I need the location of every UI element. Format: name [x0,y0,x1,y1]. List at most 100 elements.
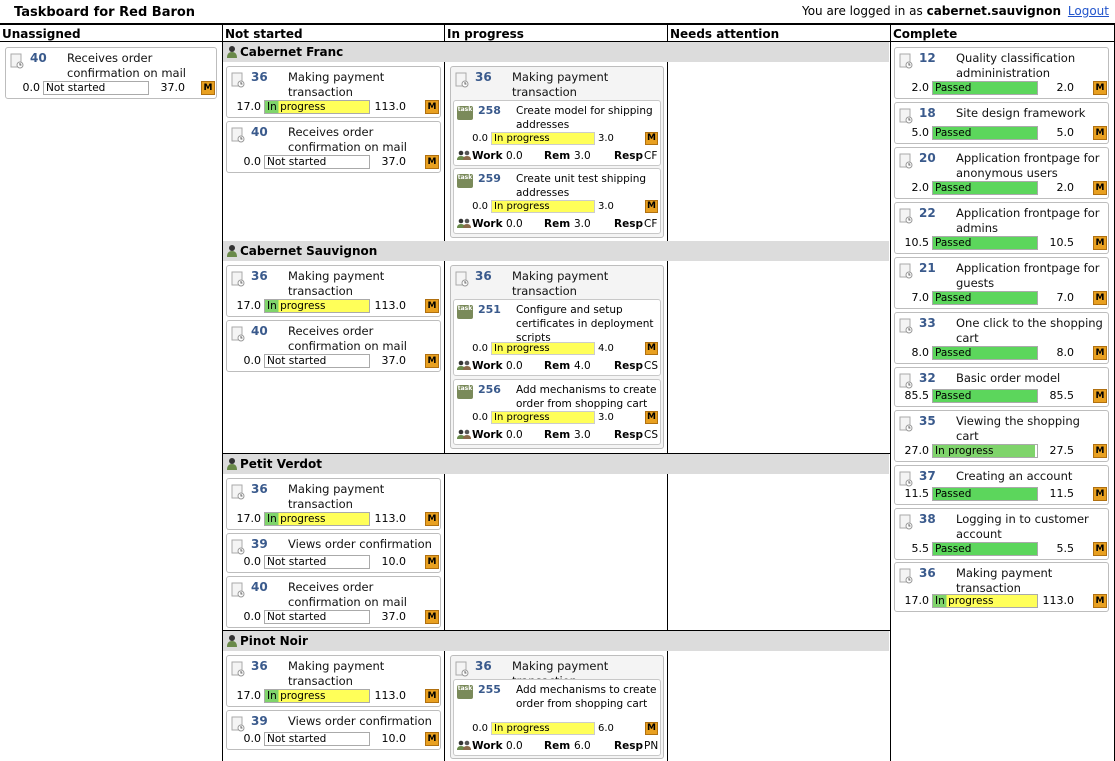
story-card[interactable]: 36 Making payment transaction 17.0 In progr… [894,562,1109,612]
move-button[interactable]: M [1093,542,1107,556]
move-button[interactable]: M [425,100,439,114]
story-status[interactable]: In progress [264,512,370,526]
task-status[interactable]: In progress [491,200,595,213]
move-button[interactable]: M [1093,487,1107,501]
story-card[interactable]: 36 Making payment transaction task 258 Creat… [450,66,664,238]
story-status[interactable]: In progress [932,594,1038,608]
story-status[interactable]: In progress [264,689,370,703]
move-button[interactable]: M [425,354,439,368]
move-button[interactable]: M [1093,126,1107,140]
story-id-link[interactable]: 21 [919,261,936,275]
story-id-link[interactable]: 18 [919,106,936,120]
move-button[interactable]: M [425,610,439,624]
story-id-link[interactable]: 36 [251,70,268,84]
story-status[interactable]: Passed [932,181,1038,195]
move-button[interactable]: M [645,132,658,145]
story-id-link[interactable]: 33 [919,316,936,330]
story-status[interactable]: In progress [264,299,370,313]
task-card[interactable]: task 258 Create model for shipping address… [453,100,661,166]
logout-link[interactable]: Logout [1068,4,1109,18]
story-status[interactable]: Passed [932,81,1038,95]
move-button[interactable]: M [425,155,439,169]
task-status[interactable]: In progress [491,342,595,355]
task-card[interactable]: task 256 Add mechanisms to create order fr… [453,379,661,445]
story-id-link[interactable]: 20 [919,151,936,165]
task-card[interactable]: task 259 Create unit test shipping address… [453,168,661,234]
story-status[interactable]: Not started [264,155,370,169]
story-status[interactable]: Passed [932,389,1038,403]
task-card[interactable]: task 255 Add mechanisms to create order fr… [453,679,661,756]
move-button[interactable]: M [1093,236,1107,250]
story-card[interactable]: 35 Viewing the shopping cart 27.0 In progre… [894,410,1109,462]
story-status[interactable]: Passed [932,236,1038,250]
story-id-link[interactable]: 36 [475,269,492,283]
story-id-link[interactable]: 36 [475,70,492,84]
story-id-link[interactable]: 40 [251,324,268,338]
story-id-link[interactable]: 39 [251,537,268,551]
story-id-link[interactable]: 38 [919,512,936,526]
story-id-link[interactable]: 37 [919,469,936,483]
story-id-link[interactable]: 22 [919,206,936,220]
story-card[interactable]: 39 Views order confirmation 0.0 Not started… [226,710,441,750]
story-card[interactable]: 12 Quality classification admininistratio… [894,47,1109,99]
story-card[interactable]: 40 Receives order confirmation on mail 0.0… [226,320,441,372]
story-card[interactable]: 33 One click to the shopping cart 8.0 Passe… [894,312,1109,364]
move-button[interactable]: M [645,411,658,424]
task-status[interactable]: In progress [491,722,595,735]
story-status[interactable]: Not started [264,555,370,569]
story-card[interactable]: 40 Receives order confirmation on mail 0.0… [226,576,441,628]
story-status[interactable]: Passed [932,346,1038,360]
story-id-link[interactable]: 36 [251,482,268,496]
story-card[interactable]: 36Making payment transactiontask255Add m… [450,655,664,759]
task-status[interactable]: In progress [491,132,595,145]
story-id-link[interactable]: 36 [251,659,268,673]
story-card[interactable]: 38 Logging in to customer account 5.5 Passe… [894,508,1109,560]
move-button[interactable]: M [425,689,439,703]
move-button[interactable]: M [1093,291,1107,305]
story-id-link[interactable]: 35 [919,414,936,428]
story-id-link[interactable]: 40 [30,51,47,65]
move-button[interactable]: M [1093,181,1107,195]
task-id-link[interactable]: 258 [478,104,501,117]
move-button[interactable]: M [1093,346,1107,360]
story-id-link[interactable]: 40 [251,580,268,594]
story-status[interactable]: Not started [264,354,370,368]
story-card[interactable]: 36 Making payment transaction task 251 Confi… [450,265,664,449]
move-button[interactable]: M [1093,389,1107,403]
move-button[interactable]: M [425,299,439,313]
story-id-link[interactable]: 36 [251,269,268,283]
story-id-link[interactable]: 39 [251,714,268,728]
story-card[interactable]: 37 Creating an account 11.5 Passed 11.5 M [894,465,1109,505]
story-status[interactable]: Not started [264,610,370,624]
story-status[interactable]: Not started [43,81,149,95]
story-card[interactable]: 22 Application frontpage for admins 10.5 Pa… [894,202,1109,254]
move-button[interactable]: M [645,722,658,735]
story-card[interactable]: 20 Application frontpage for anonymous us… [894,147,1109,199]
story-id-link[interactable]: 12 [919,51,936,65]
story-card[interactable]: 40 Receives order confirmation on mail 0.0… [5,47,217,99]
story-id-link[interactable]: 36 [919,566,936,580]
story-card[interactable]: 18 Site design framework 5.0 Passed 5.0 M [894,102,1109,144]
story-card[interactable]: 36 Making payment transaction 17.0 In progr… [226,478,441,530]
move-button[interactable]: M [201,81,215,95]
story-status[interactable]: Passed [932,487,1038,501]
story-card[interactable]: 40 Receives order confirmation on mail 0.0… [226,121,441,173]
story-id-link[interactable]: 36 [475,659,492,673]
move-button[interactable]: M [425,555,439,569]
move-button[interactable]: M [645,200,658,213]
story-status[interactable]: Passed [932,126,1038,140]
story-status[interactable]: Passed [932,291,1038,305]
story-id-link[interactable]: 32 [919,371,936,385]
story-status[interactable]: Not started [264,732,370,746]
story-card[interactable]: 32 Basic order model 85.5 Passed 85.5 M [894,367,1109,407]
task-status[interactable]: In progress [491,411,595,424]
move-button[interactable]: M [1093,81,1107,95]
story-card[interactable]: 36 Making payment transaction 17.0 In progr… [226,265,441,317]
story-status[interactable]: In progress [264,100,370,114]
task-id-link[interactable]: 259 [478,172,501,185]
story-card[interactable]: 36 Making payment transaction 17.0 In progr… [226,66,441,118]
task-id-link[interactable]: 255 [478,683,501,696]
story-status[interactable]: In progress [932,444,1038,458]
move-button[interactable]: M [425,512,439,526]
story-card[interactable]: 36 Making payment transaction 17.0 In progr… [226,655,441,707]
